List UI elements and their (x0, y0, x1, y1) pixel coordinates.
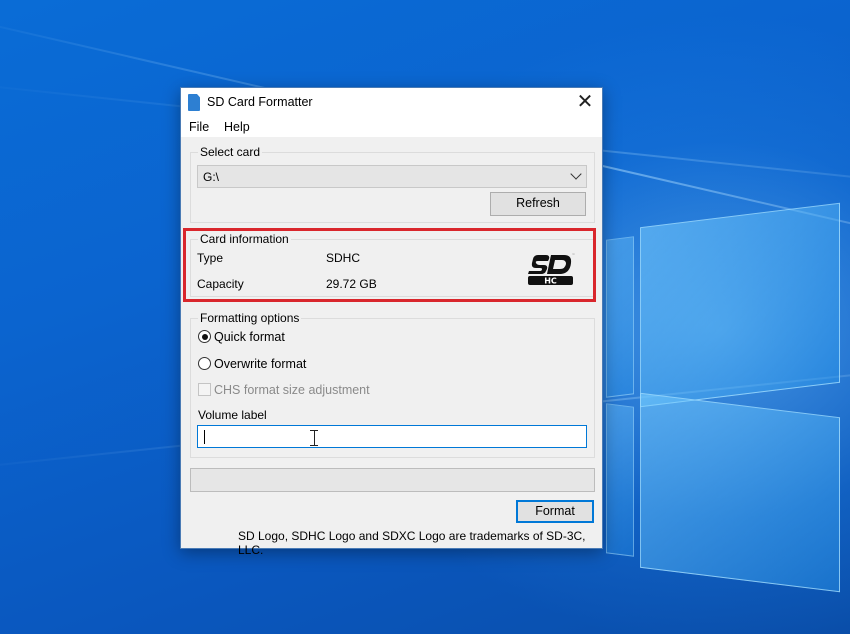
chevron-down-icon (570, 168, 582, 180)
trademark-notice: SD Logo, SDHC Logo and SDXC Logo are tra… (238, 529, 586, 557)
windows-logo-pane (640, 202, 840, 408)
select-card-label: Select card (198, 145, 263, 159)
close-button[interactable]: ✕ (568, 88, 602, 117)
menu-bar: File Help (181, 117, 602, 137)
format-progress-bar (190, 468, 595, 492)
card-select-dropdown[interactable]: G:\ (197, 165, 587, 188)
overwrite-format-label[interactable]: Overwrite format (214, 357, 306, 371)
chs-adjustment-checkbox[interactable] (198, 383, 211, 396)
quick-format-label[interactable]: Quick format (214, 330, 285, 344)
overwrite-format-radio[interactable] (198, 357, 211, 370)
menu-help[interactable]: Help (224, 120, 250, 134)
window-title: SD Card Formatter (207, 95, 313, 109)
windows-logo-pane (606, 236, 634, 398)
sd-card-formatter-window: SD Card Formatter ✕ File Help Select car… (180, 87, 603, 557)
sd-card-icon (188, 94, 200, 111)
selected-card-value: G:\ (203, 170, 220, 184)
menu-file[interactable]: File (189, 120, 209, 134)
chs-adjustment-label: CHS format size adjustment (214, 383, 370, 397)
quick-format-radio[interactable] (198, 330, 211, 343)
formatting-options-label: Formatting options (198, 311, 302, 325)
title-bar[interactable]: SD Card Formatter ✕ (181, 88, 602, 117)
refresh-button[interactable]: Refresh (490, 192, 586, 216)
volume-label-input[interactable] (197, 425, 587, 448)
format-button[interactable]: Format (516, 500, 594, 523)
text-caret (204, 430, 205, 444)
ibeam-cursor-icon (310, 430, 318, 446)
volume-label-caption: Volume label (198, 408, 267, 422)
windows-logo-pane (640, 392, 840, 593)
card-information-highlight (183, 228, 596, 302)
windows-logo-pane (606, 403, 634, 557)
